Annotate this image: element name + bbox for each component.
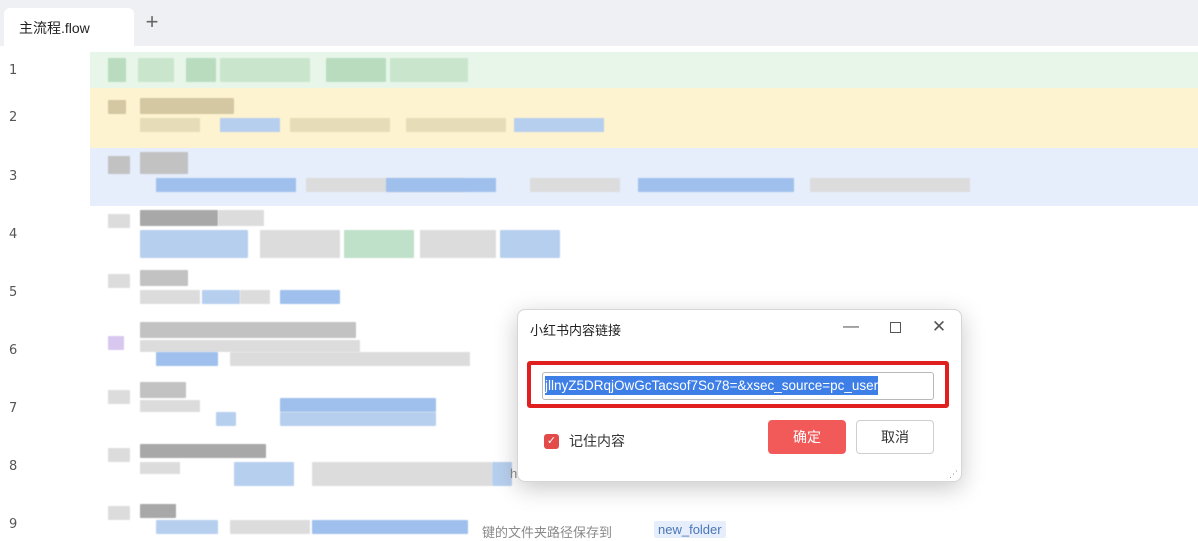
minimize-icon[interactable]: —	[838, 316, 864, 338]
remember-label: 记住内容	[569, 433, 625, 449]
close-icon[interactable]: ✕	[926, 316, 952, 338]
tab-label: 主流程.flow	[19, 20, 90, 36]
flow-step-row[interactable]: 键的文件夹路径保存到 new_folder	[90, 496, 1198, 540]
dialog-title: 小红书内容链接	[530, 323, 622, 338]
tab-bar: 主流程.flow +	[0, 0, 1198, 46]
line-number: 1	[9, 63, 18, 78]
flow-step-row[interactable]	[90, 52, 1198, 88]
flow-step-row[interactable]	[90, 88, 1198, 148]
link-input-dialog: 小红书内容链接 — ✕ jllnyZ5DRqjOwGcTacsof7So78=&…	[517, 309, 962, 482]
resize-grip-icon[interactable]: ⋰	[949, 470, 958, 479]
url-input[interactable]: jllnyZ5DRqjOwGcTacsof7So78=&xsec_source=…	[542, 372, 934, 400]
checkbox-checked-icon[interactable]: ✓	[544, 433, 559, 449]
tab-main-flow[interactable]: 主流程.flow	[4, 8, 134, 46]
line-number: 3	[9, 169, 18, 184]
flow-step-row[interactable]	[90, 148, 1198, 206]
line-number: 7	[9, 401, 18, 416]
line-number: 4	[9, 227, 18, 242]
line-number: 5	[9, 285, 18, 300]
line-number: 9	[9, 517, 18, 532]
maximize-icon[interactable]	[882, 316, 908, 338]
variable-chip[interactable]: new_folder	[654, 521, 726, 538]
confirm-button[interactable]: 确定	[768, 420, 846, 454]
step-text: 键的文件夹路径保存到	[482, 525, 613, 540]
remember-content-option[interactable]: ✓ 记住内容	[544, 431, 625, 451]
plus-icon: +	[145, 9, 159, 34]
line-number: 6	[9, 343, 18, 358]
url-selected-text: jllnyZ5DRqjOwGcTacsof7So78=&xsec_source=…	[545, 376, 879, 395]
line-number: 2	[9, 110, 18, 125]
flow-step-row[interactable]	[90, 206, 1198, 264]
line-number: 8	[9, 459, 18, 474]
cancel-button[interactable]: 取消	[856, 420, 934, 454]
line-gutter: 1 2 3 4 5 6 7 8 9	[0, 46, 90, 535]
add-tab-button[interactable]: +	[142, 9, 162, 34]
